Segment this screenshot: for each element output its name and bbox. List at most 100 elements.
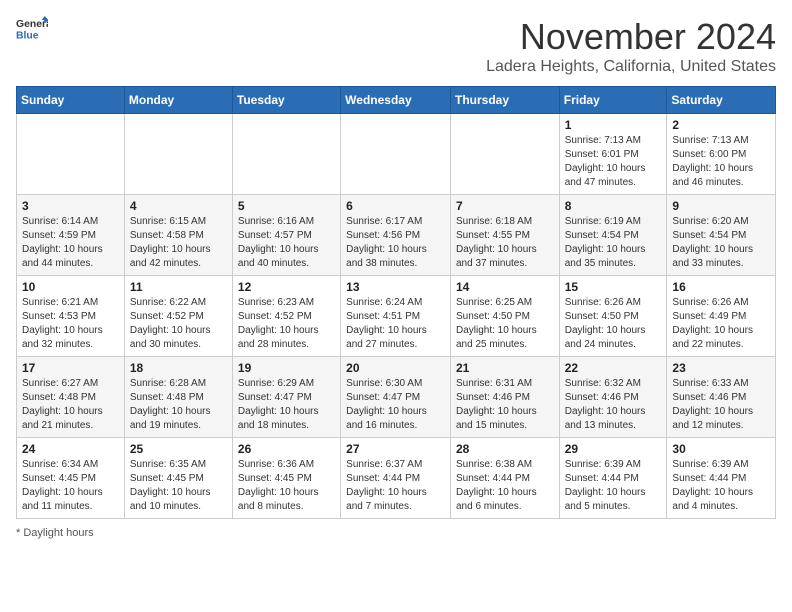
day-number: 6 — [346, 199, 445, 213]
calendar-cell: 15 Sunrise: 6:26 AM Sunset: 4:50 PM Dayli… — [559, 276, 667, 357]
calendar-cell: 9 Sunrise: 6:20 AM Sunset: 4:54 PM Daylig… — [667, 195, 776, 276]
day-info: Sunrise: 6:31 AM Sunset: 4:46 PM Dayligh… — [456, 377, 554, 433]
calendar-cell: 24Sunrise: 6:34 AM Sunset: 4:45 PM Dayli… — [17, 438, 125, 519]
calendar-cell: 22Sunrise: 6:32 AM Sunset: 4:46 PM Dayli… — [559, 357, 667, 438]
day-info: Sunrise: 6:19 AM Sunset: 4:54 PM Dayligh… — [565, 215, 662, 271]
calendar-cell: 5Sunrise: 6:16 AM Sunset: 4:57 PM Daylig… — [232, 195, 340, 276]
calendar-cell: 1Sunrise: 7:13 AM Sunset: 6:01 PM Daylig… — [559, 114, 667, 195]
day-number: 27 — [346, 442, 445, 456]
calendar-cell: 20 Sunrise: 6:30 AM Sunset: 4:47 PM Dayli… — [341, 357, 451, 438]
day-info: Sunrise: 6:39 AM Sunset: 4:44 PM Dayligh… — [672, 458, 770, 514]
day-number: 3 — [22, 199, 119, 213]
day-number: 14 — [456, 280, 554, 294]
day-number: 11 — [130, 280, 227, 294]
weekday-header-row: SundayMondayTuesdayWednesdayThursdayFrid… — [17, 87, 776, 114]
day-info: Sunrise: 6:24 AM Sunset: 4:51 PM Dayligh… — [346, 296, 445, 352]
weekday-header-thursday: Thursday — [450, 87, 559, 114]
calendar-week-row: 1Sunrise: 7:13 AM Sunset: 6:01 PM Daylig… — [17, 114, 776, 195]
weekday-header-sunday: Sunday — [17, 87, 125, 114]
calendar-table: SundayMondayTuesdayWednesdayThursdayFrid… — [16, 86, 776, 519]
day-info: Sunrise: 6:37 AM Sunset: 4:44 PM Dayligh… — [346, 458, 445, 514]
day-number: 13 — [346, 280, 445, 294]
calendar-cell: 8 Sunrise: 6:19 AM Sunset: 4:54 PM Daylig… — [559, 195, 667, 276]
logo-icon: General Blue — [16, 16, 48, 44]
day-info: Sunrise: 6:28 AM Sunset: 4:48 PM Dayligh… — [130, 377, 227, 433]
calendar-cell — [124, 114, 232, 195]
day-info: Sunrise: 6:14 AM Sunset: 4:59 PM Dayligh… — [22, 215, 119, 271]
daylight-hours-label: Daylight hours — [23, 527, 93, 539]
calendar-cell: 10Sunrise: 6:21 AM Sunset: 4:53 PM Dayli… — [17, 276, 125, 357]
calendar-cell: 30 Sunrise: 6:39 AM Sunset: 4:44 PM Dayli… — [667, 438, 776, 519]
day-number: 9 — [672, 199, 770, 213]
svg-text:General: General — [16, 19, 48, 30]
day-number: 20 — [346, 361, 445, 375]
weekday-header-monday: Monday — [124, 87, 232, 114]
day-number: 25 — [130, 442, 227, 456]
day-info: Sunrise: 6:17 AM Sunset: 4:56 PM Dayligh… — [346, 215, 445, 271]
day-number: 12 — [238, 280, 335, 294]
day-number: 17 — [22, 361, 119, 375]
calendar-cell: 25 Sunrise: 6:35 AM Sunset: 4:45 PM Dayli… — [124, 438, 232, 519]
title-area: November 2024 Ladera Heights, California… — [486, 16, 776, 76]
day-info: Sunrise: 6:25 AM Sunset: 4:50 PM Dayligh… — [456, 296, 554, 352]
day-info: Sunrise: 6:20 AM Sunset: 4:54 PM Dayligh… — [672, 215, 770, 271]
day-number: 8 — [565, 199, 662, 213]
calendar-cell: 18 Sunrise: 6:28 AM Sunset: 4:48 PM Dayli… — [124, 357, 232, 438]
calendar-cell — [341, 114, 451, 195]
day-number: 21 — [456, 361, 554, 375]
day-number: 18 — [130, 361, 227, 375]
day-number: 4 — [130, 199, 227, 213]
weekday-header-saturday: Saturday — [667, 87, 776, 114]
day-info: Sunrise: 6:32 AM Sunset: 4:46 PM Dayligh… — [565, 377, 662, 433]
day-number: 19 — [238, 361, 335, 375]
calendar-cell: 16 Sunrise: 6:26 AM Sunset: 4:49 PM Dayli… — [667, 276, 776, 357]
calendar-cell: 21 Sunrise: 6:31 AM Sunset: 4:46 PM Dayli… — [450, 357, 559, 438]
calendar-cell — [17, 114, 125, 195]
weekday-header-tuesday: Tuesday — [232, 87, 340, 114]
day-info: Sunrise: 6:38 AM Sunset: 4:44 PM Dayligh… — [456, 458, 554, 514]
day-number: 23 — [672, 361, 770, 375]
calendar-cell: 27 Sunrise: 6:37 AM Sunset: 4:44 PM Dayli… — [341, 438, 451, 519]
calendar-cell: 26 Sunrise: 6:36 AM Sunset: 4:45 PM Dayli… — [232, 438, 340, 519]
weekday-header-friday: Friday — [559, 87, 667, 114]
month-title: November 2024 — [486, 16, 776, 58]
day-info: Sunrise: 6:34 AM Sunset: 4:45 PM Dayligh… — [22, 458, 119, 514]
location-title: Ladera Heights, California, United State… — [486, 58, 776, 76]
day-info: Sunrise: 6:16 AM Sunset: 4:57 PM Dayligh… — [238, 215, 335, 271]
day-number: 16 — [672, 280, 770, 294]
calendar-cell: 29Sunrise: 6:39 AM Sunset: 4:44 PM Dayli… — [559, 438, 667, 519]
day-info: Sunrise: 6:26 AM Sunset: 4:50 PM Dayligh… — [565, 296, 662, 352]
day-info: Sunrise: 6:36 AM Sunset: 4:45 PM Dayligh… — [238, 458, 335, 514]
calendar-cell: 14 Sunrise: 6:25 AM Sunset: 4:50 PM Dayli… — [450, 276, 559, 357]
day-info: Sunrise: 6:30 AM Sunset: 4:47 PM Dayligh… — [346, 377, 445, 433]
calendar-cell: 3 Sunrise: 6:14 AM Sunset: 4:59 PM Daylig… — [17, 195, 125, 276]
calendar-cell: 11 Sunrise: 6:22 AM Sunset: 4:52 PM Dayli… — [124, 276, 232, 357]
calendar-cell: 4 Sunrise: 6:15 AM Sunset: 4:58 PM Daylig… — [124, 195, 232, 276]
calendar-week-row: 3 Sunrise: 6:14 AM Sunset: 4:59 PM Daylig… — [17, 195, 776, 276]
day-info: Sunrise: 7:13 AM Sunset: 6:00 PM Dayligh… — [672, 134, 770, 190]
calendar-cell — [450, 114, 559, 195]
day-info: Sunrise: 6:35 AM Sunset: 4:45 PM Dayligh… — [130, 458, 227, 514]
calendar-cell: 17Sunrise: 6:27 AM Sunset: 4:48 PM Dayli… — [17, 357, 125, 438]
calendar-cell: 7Sunrise: 6:18 AM Sunset: 4:55 PM Daylig… — [450, 195, 559, 276]
day-number: 1 — [565, 118, 662, 132]
day-number: 26 — [238, 442, 335, 456]
day-number: 7 — [456, 199, 554, 213]
day-number: 30 — [672, 442, 770, 456]
day-info: Sunrise: 6:33 AM Sunset: 4:46 PM Dayligh… — [672, 377, 770, 433]
day-info: Sunrise: 6:29 AM Sunset: 4:47 PM Dayligh… — [238, 377, 335, 433]
day-info: Sunrise: 6:22 AM Sunset: 4:52 PM Dayligh… — [130, 296, 227, 352]
day-number: 15 — [565, 280, 662, 294]
calendar-cell: 19 Sunrise: 6:29 AM Sunset: 4:47 PM Dayli… — [232, 357, 340, 438]
day-info: Sunrise: 6:15 AM Sunset: 4:58 PM Dayligh… — [130, 215, 227, 271]
calendar-cell: 12Sunrise: 6:23 AM Sunset: 4:52 PM Dayli… — [232, 276, 340, 357]
footer-note: * Daylight hours — [16, 527, 776, 539]
logo: General Blue — [16, 16, 48, 44]
weekday-header-wednesday: Wednesday — [341, 87, 451, 114]
calendar-cell: 6 Sunrise: 6:17 AM Sunset: 4:56 PM Daylig… — [341, 195, 451, 276]
calendar-week-row: 17Sunrise: 6:27 AM Sunset: 4:48 PM Dayli… — [17, 357, 776, 438]
svg-text:Blue: Blue — [16, 30, 39, 41]
day-number: 29 — [565, 442, 662, 456]
day-info: Sunrise: 6:26 AM Sunset: 4:49 PM Dayligh… — [672, 296, 770, 352]
day-info: Sunrise: 6:21 AM Sunset: 4:53 PM Dayligh… — [22, 296, 119, 352]
